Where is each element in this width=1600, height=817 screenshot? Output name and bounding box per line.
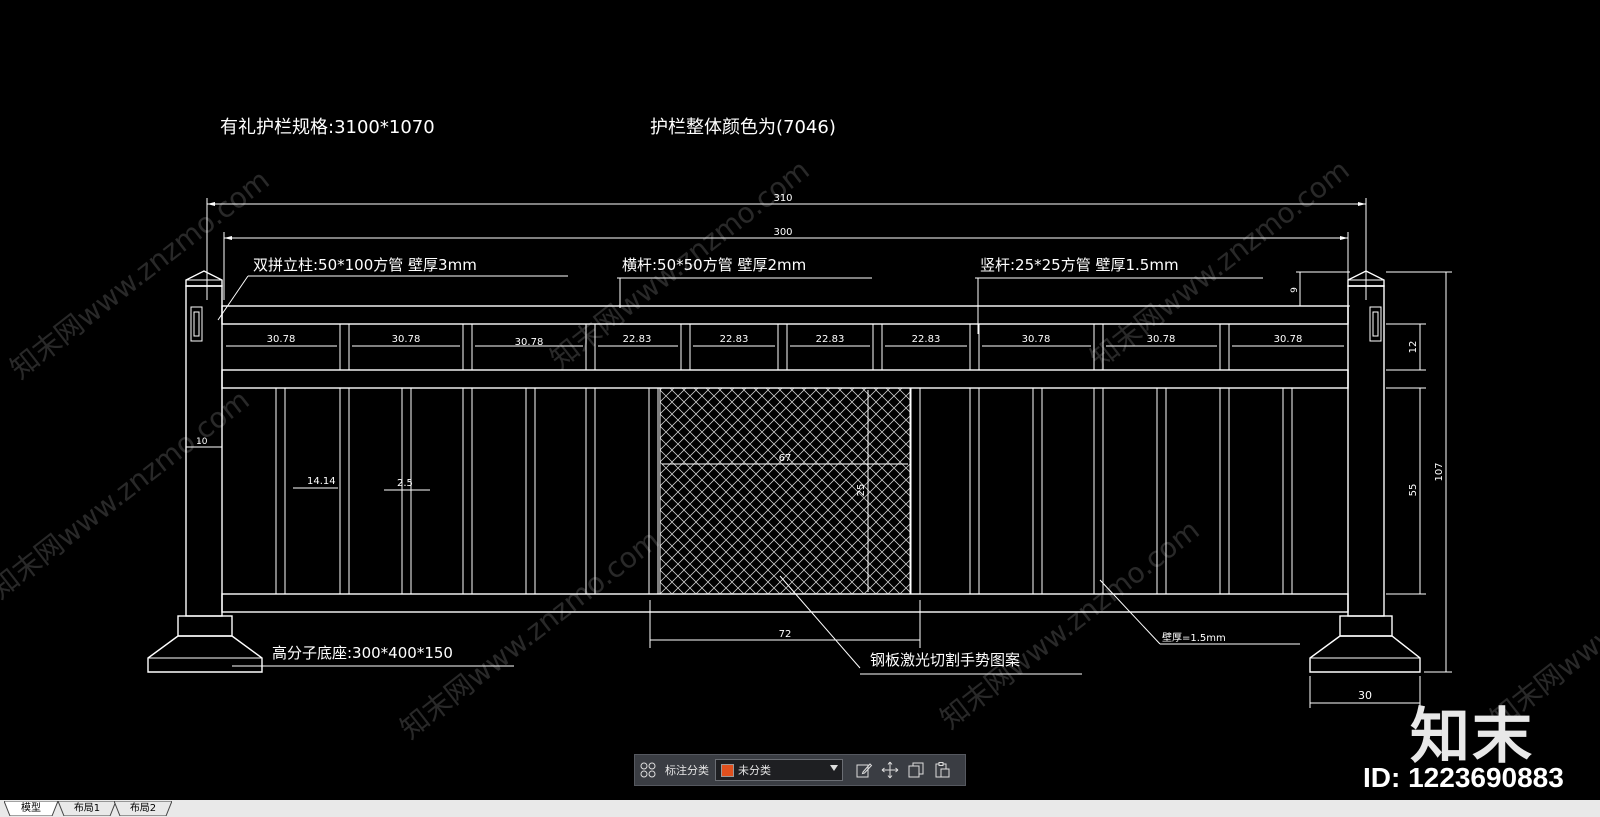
dim-inner-label: 300 xyxy=(773,227,792,238)
panel-width-dim: 72 xyxy=(779,629,792,640)
seg-dim: 30.78 xyxy=(1274,334,1303,345)
band-height-dim: 12 xyxy=(1408,341,1419,354)
edit-icon[interactable] xyxy=(851,757,877,783)
toolbar-label: 标注分类 xyxy=(665,764,709,777)
guardrail-drawing: 知末网www.znzmo.com 知末网www.znzmo.com 知末网www… xyxy=(0,117,1600,746)
spec-label: 有礼护栏规格:3100*1070 xyxy=(220,117,435,138)
seg-dim: 22.83 xyxy=(816,334,845,345)
tab-layout1-label: 布局1 xyxy=(73,803,101,814)
tab-layout2[interactable]: 布局2 xyxy=(114,801,172,816)
color-label: 护栏整体颜色为(7046) xyxy=(650,117,836,138)
panel-inner-dim: 67 xyxy=(779,453,792,464)
tab-layout2-label: 布局2 xyxy=(129,803,157,814)
annotation-toolbar: 标注分类 未分类 xyxy=(634,754,966,786)
seg-dim: 22.83 xyxy=(720,334,749,345)
category-select[interactable]: 未分类 xyxy=(715,759,843,781)
callout-wall: 壁厚=1.5mm xyxy=(1162,631,1226,644)
callout-post: 双拼立柱:50*100方管 壁厚3mm xyxy=(253,256,477,274)
seg-dim: 30.78 xyxy=(1022,334,1051,345)
baluster-gap-dim: 14.14 xyxy=(307,476,336,487)
tab-layout1[interactable]: 布局1 xyxy=(58,801,116,816)
segment-dims: 30.78 30.78 30.78 22.83 22.83 22.83 22.8… xyxy=(226,334,1344,348)
callout-baluster: 竖杆:25*25方管 壁厚1.5mm xyxy=(980,256,1179,274)
dim-overall-label: 310 xyxy=(773,193,792,204)
gesture-panel: 67 25 xyxy=(659,387,911,595)
paste-icon[interactable] xyxy=(929,757,955,783)
cad-canvas[interactable]: 知末网www.znzmo.com 知末网www.znzmo.com 知末网www… xyxy=(0,0,1600,800)
move-icon[interactable] xyxy=(877,757,903,783)
callout-panel: 钢板激光切割手势图案 xyxy=(870,651,1020,669)
layout-tab-bar: 模型 布局1 布局2 xyxy=(0,800,1600,817)
watermark-text: 知末网www.znzmo.com xyxy=(394,523,666,745)
tab-model-label: 模型 xyxy=(21,803,41,814)
brand-id: ID: 1223690883 xyxy=(1363,762,1564,793)
panel-inner-v-dim: 25 xyxy=(856,484,867,497)
watermark-text: 知末网www.znzmo.com xyxy=(0,383,256,605)
lower-height-dim: 55 xyxy=(1408,484,1419,497)
seg-dim: 22.83 xyxy=(623,334,652,345)
chevron-down-icon xyxy=(830,765,838,771)
category-select-value: 未分类 xyxy=(738,764,771,777)
base-width-dim: 30 xyxy=(1358,689,1372,702)
post-width-dim: 10 xyxy=(196,437,208,447)
color-swatch xyxy=(721,763,734,777)
callout-base: 高分子底座:300*400*150 xyxy=(272,644,453,662)
copy-icon[interactable] xyxy=(903,757,929,783)
top-gap-dim: 9 xyxy=(1290,287,1300,293)
seg-dim: 30.78 xyxy=(267,334,296,345)
grid-icon[interactable] xyxy=(635,757,661,783)
callout-rail: 横杆:50*50方管 壁厚2mm xyxy=(622,256,806,274)
seg-dim: 30.78 xyxy=(392,334,421,345)
seg-dim: 30.78 xyxy=(1147,334,1176,345)
watermark-text: 知末网www.znzmo.com xyxy=(4,163,276,385)
baluster-width-dim: 2.5 xyxy=(397,478,413,489)
tab-model[interactable]: 模型 xyxy=(4,801,58,816)
seg-dim: 22.83 xyxy=(912,334,941,345)
watermark-text: 知末网www.znzmo.com xyxy=(934,513,1206,735)
total-height-dim: 107 xyxy=(1434,462,1445,481)
seg-dim: 30.78 xyxy=(515,337,544,348)
